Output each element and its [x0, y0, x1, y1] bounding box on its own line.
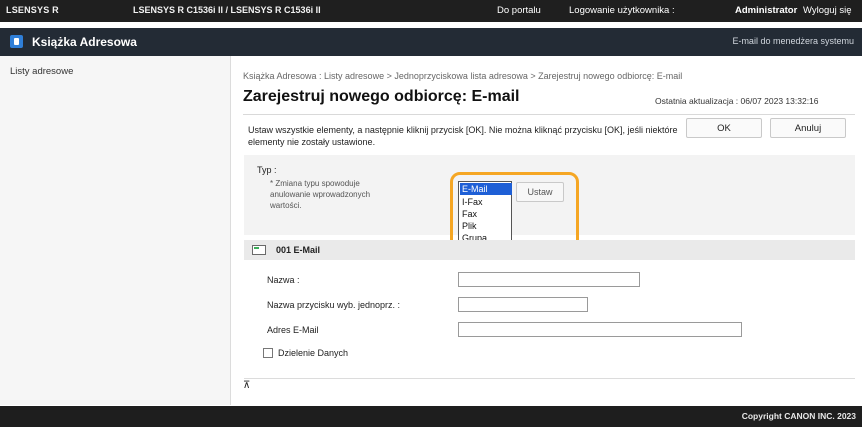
copyright: Copyright CANON INC. 2023	[741, 411, 856, 421]
sidebar-item-address-lists[interactable]: Listy adresowe	[10, 66, 73, 77]
login-user-label: Logowanie użytkownika :	[569, 5, 675, 16]
name-label: Nazwa :	[267, 275, 300, 285]
product-name: LSENSYS R	[6, 5, 59, 15]
footer: Copyright CANON INC. 2023	[0, 406, 862, 427]
device-name: LSENSYS R C1536i II / LSENSYS R C1536i I…	[133, 5, 321, 15]
page-title: Zarejestruj nowego odbiorcę: E-mail	[243, 88, 520, 105]
type-change-note: * Zmiana typu spowoduje anulowanie wprow…	[270, 179, 371, 210]
title-divider	[243, 114, 855, 115]
app-title: Książka Adresowa	[32, 35, 137, 49]
sidebar: Listy adresowe	[0, 56, 231, 405]
logout-link[interactable]: Wyloguj się	[803, 5, 852, 16]
button-name-input[interactable]	[458, 297, 588, 312]
address-book-icon	[10, 35, 23, 48]
type-option-fax[interactable]: Fax	[460, 208, 512, 220]
data-sharing-label: Dzielenie Danych	[278, 348, 349, 358]
entry-title: 001 E-Mail	[276, 245, 321, 255]
set-type-button[interactable]: Ustaw	[516, 182, 564, 202]
type-listbox[interactable]: E-Mail I-Fax Fax Plik Grupa	[458, 181, 512, 248]
bottom-divider	[244, 378, 855, 379]
email-input[interactable]	[458, 322, 742, 337]
breadcrumb: Książka Adresowa : Listy adresowe > Jedn…	[243, 71, 683, 81]
entry-header	[244, 240, 855, 260]
cancel-button[interactable]: Anuluj	[770, 118, 846, 138]
portal-link[interactable]: Do portalu	[497, 5, 541, 16]
type-label: Typ :	[257, 165, 277, 175]
top-bar: LSENSYS R LSENSYS R C1536i II / LSENSYS …	[0, 0, 862, 22]
data-sharing-checkbox[interactable]	[263, 348, 273, 358]
user-name: Administrator	[735, 5, 798, 16]
email-admin-link[interactable]: E-mail do menedżera systemu	[732, 36, 854, 46]
email-label: Adres E-Mail	[267, 325, 319, 335]
ok-button[interactable]: OK	[686, 118, 762, 138]
type-option-ifax[interactable]: I-Fax	[460, 196, 512, 208]
scroll-top-icon[interactable]: ⊼	[243, 380, 250, 391]
instructions-text: Ustaw wszystkie elementy, a następnie kl…	[248, 125, 678, 147]
type-option-email[interactable]: E-Mail	[460, 183, 512, 195]
name-input[interactable]	[458, 272, 640, 287]
button-name-label: Nazwa przycisku wyb. jednoprz. :	[267, 300, 401, 310]
last-update: Ostatnia aktualizacja : 06/07 2023 13:32…	[655, 96, 819, 106]
app-header: Książka Adresowa E-mail do menedżera sys…	[0, 28, 862, 56]
email-entry-icon	[252, 245, 266, 255]
type-option-file[interactable]: Plik	[460, 220, 512, 232]
